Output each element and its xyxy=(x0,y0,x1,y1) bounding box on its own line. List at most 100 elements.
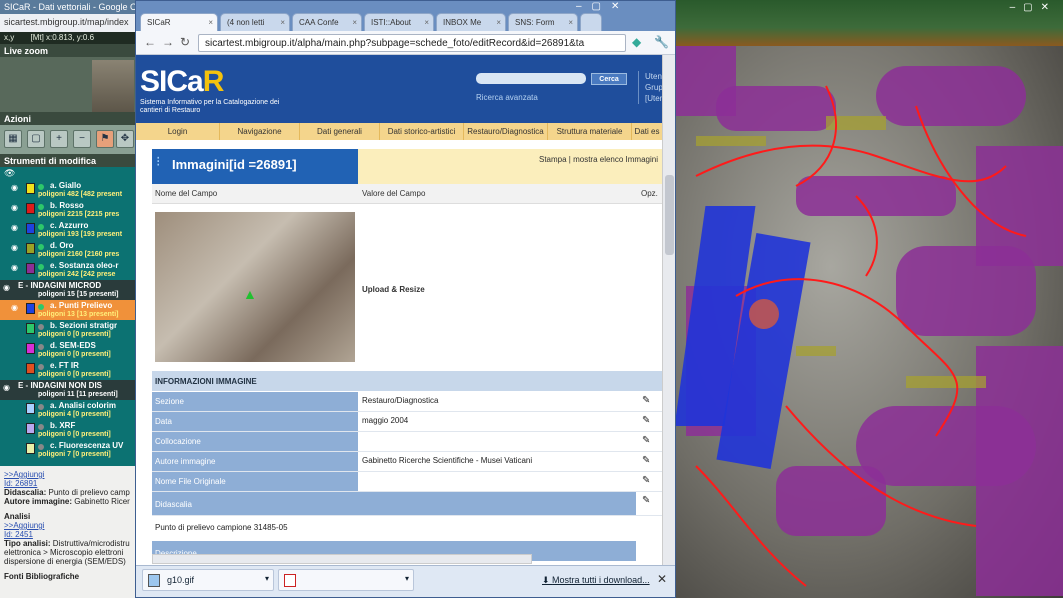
field-label: Sezione xyxy=(152,392,358,411)
window-controls[interactable]: –▢✕ xyxy=(1010,2,1057,13)
sicar-logo[interactable]: SICaR xyxy=(140,65,224,99)
eye-icon[interactable]: ◉ xyxy=(3,383,15,392)
edit-pencil-icon[interactable]: ✎ xyxy=(642,395,650,406)
search-input[interactable] xyxy=(476,73,586,84)
tab-inbox[interactable]: INBOX Me × xyxy=(436,13,506,33)
add-link[interactable]: >>Aggiungi xyxy=(4,521,131,530)
address-bar[interactable]: sicartest.mbigroup.it/alpha/main.php?sub… xyxy=(198,34,626,52)
eye-icon[interactable]: ◉ xyxy=(3,283,15,292)
menu-item-dati-storico-artistici[interactable]: Dati storico-artistici xyxy=(380,123,464,140)
print-list-links[interactable]: Stampa | mostra elenco Immagini xyxy=(358,149,662,184)
close-icon[interactable]: × xyxy=(424,18,429,27)
reload-icon[interactable]: ↻ xyxy=(180,35,190,49)
layer-group-name: E - INDAGINI NON DIS xyxy=(18,381,103,390)
upload-resize-link[interactable]: Upload & Resize xyxy=(362,285,425,294)
tab-label: SNS: Form xyxy=(515,18,555,27)
layer-item[interactable]: d. SEM-EDS poligoni 0 [0 presenti] xyxy=(0,340,135,360)
edit-pencil-icon[interactable]: ✎ xyxy=(642,455,650,466)
tab-sns[interactable]: SNS: Form × xyxy=(508,13,578,33)
close-icon[interactable]: × xyxy=(352,18,357,27)
chevron-down-icon[interactable]: ▾ xyxy=(265,574,269,583)
add-link[interactable]: >>Aggiungi xyxy=(4,470,131,479)
edit-pencil-icon[interactable]: ✎ xyxy=(642,495,650,506)
record-id-link[interactable]: Id: 2451 xyxy=(4,530,131,539)
map-url[interactable]: sicartest.mbigroup.it/map/index xyxy=(0,14,135,32)
pdf-file-icon xyxy=(284,574,296,587)
layer-item[interactable]: b. XRF poligoni 0 [0 presenti] xyxy=(0,420,135,440)
search-button[interactable]: Cerca xyxy=(591,73,627,85)
field-value: Gabinetto Ricerche Scientifiche - Musei … xyxy=(362,456,533,465)
emblem-icon[interactable]: ⚑ xyxy=(96,130,114,148)
zoom-extent-icon[interactable]: ▦ xyxy=(4,130,22,148)
menu-item-struttura-materiale[interactable]: Struttura materiale xyxy=(548,123,632,140)
extension-icon[interactable]: ◆ xyxy=(632,35,641,49)
layer-color-swatch xyxy=(26,303,35,314)
zoom-out-icon[interactable]: − xyxy=(73,130,91,148)
eye-icon[interactable]: ◉ xyxy=(11,243,23,252)
show-all-downloads-link[interactable]: ⬇ Mostra tutti i download... xyxy=(542,575,650,586)
vertical-scrollbar[interactable] xyxy=(662,55,675,565)
tab-label: SICaR xyxy=(147,18,171,27)
eye-icon[interactable]: ◉ xyxy=(11,203,23,212)
close-icon[interactable]: × xyxy=(568,18,573,27)
menu-item-dati-es[interactable]: Dati es xyxy=(632,123,662,140)
new-tab-button[interactable] xyxy=(580,13,602,33)
layer-item[interactable]: e. FT IR poligoni 0 [0 presenti] xyxy=(0,360,135,380)
wrench-icon[interactable]: 🔧 xyxy=(654,35,669,49)
layer-item[interactable]: ◉ c. Azzurro poligoni 193 [193 present xyxy=(0,220,135,240)
red-outline-annotations xyxy=(695,85,1027,587)
layer-item[interactable]: b. Sezioni stratigr poligoni 0 [0 present… xyxy=(0,320,135,340)
azioni-panel: Azioni ▦ ▢ + − ⚑ ✥ xyxy=(0,112,135,154)
menu-item-login[interactable]: Login xyxy=(136,123,220,140)
zoom-in-icon[interactable]: + xyxy=(50,130,68,148)
annotated-artwork-photo[interactable] xyxy=(676,46,1063,598)
download-item[interactable]: ▾ xyxy=(278,569,414,591)
close-icon[interactable]: × xyxy=(280,18,285,27)
col-options: Opz. xyxy=(641,189,658,198)
select-icon[interactable]: ▢ xyxy=(27,130,45,148)
forward-icon[interactable]: → xyxy=(162,35,174,49)
layer-item[interactable]: a. Analisi colorim poligoni 4 [0 presenti… xyxy=(0,400,135,420)
eye-icon[interactable]: 👁 xyxy=(4,168,15,179)
pan-icon[interactable]: ✥ xyxy=(116,130,134,148)
layer-group[interactable]: ◉ E - INDAGINI NON DIS poligoni 11 [11 pre… xyxy=(0,380,135,400)
menu-item-dati-generali[interactable]: Dati generali xyxy=(300,123,380,140)
close-icon[interactable]: × xyxy=(208,18,213,27)
eye-icon[interactable]: ◉ xyxy=(11,263,23,272)
eye-icon[interactable]: ◉ xyxy=(11,183,23,192)
tab-caa[interactable]: CAA Confe × xyxy=(292,13,362,33)
layer-item[interactable]: ◉ a. Giallo poligoni 482 [482 present xyxy=(0,180,135,200)
live-zoom-heading: Live zoom xyxy=(0,44,135,57)
edit-pencil-icon[interactable]: ✎ xyxy=(642,415,650,426)
scrollbar-thumb[interactable] xyxy=(665,175,674,255)
edit-pencil-icon[interactable]: ✎ xyxy=(642,475,650,486)
menu-item-navigazione[interactable]: Navigazione xyxy=(220,123,300,140)
download-item[interactable]: g10.gif ▾ xyxy=(142,569,274,591)
edit-pencil-icon[interactable]: ✎ xyxy=(642,435,650,446)
layer-item[interactable]: ◉ b. Rosso poligoni 2215 [2215 pres xyxy=(0,200,135,220)
back-icon[interactable]: ← xyxy=(144,35,156,49)
layer-color-swatch xyxy=(26,183,35,194)
field-label: Collocazione xyxy=(152,432,358,451)
strumenti-heading: Strumenti di modifica xyxy=(0,154,135,167)
layer-group[interactable]: ◉ E - INDAGINI MICROD poligoni 15 [15 pres… xyxy=(0,280,135,300)
advanced-search-link[interactable]: Ricerca avanzata xyxy=(476,93,538,102)
close-icon[interactable]: ✕ xyxy=(657,572,667,586)
sicar-header: SICaR Sistema Informativo per la Catalog… xyxy=(136,55,662,123)
close-icon[interactable]: × xyxy=(496,18,501,27)
chevron-down-icon[interactable]: ▾ xyxy=(405,574,409,583)
layer-item[interactable]: ◉ e. Sostanza oleo-r poligoni 242 [242 pre… xyxy=(0,260,135,280)
layer-item[interactable]: c. Fluorescenza UV poligoni 7 [0 presenti… xyxy=(0,440,135,460)
image-thumbnail[interactable]: ▲ xyxy=(155,212,355,362)
record-id-link[interactable]: Id: 26891 xyxy=(4,479,131,488)
tab-mail[interactable]: (4 non letti × xyxy=(220,13,290,33)
layer-item[interactable]: ◉ d. Oro poligoni 2160 [2160 pres xyxy=(0,240,135,260)
eye-icon[interactable]: ◉ xyxy=(11,303,23,312)
layer-item-selected[interactable]: ◉ a. Punti Prelievo poligoni 13 [13 presen… xyxy=(0,300,135,320)
horizontal-scrollbar[interactable] xyxy=(152,554,532,564)
layer-count: poligoni 0 [0 presenti] xyxy=(38,351,111,358)
menu-item-restauro-diagnostica[interactable]: Restauro/Diagnostica xyxy=(464,123,548,140)
tab-sicar[interactable]: SICaR × xyxy=(140,13,218,33)
eye-icon[interactable]: ◉ xyxy=(11,223,23,232)
tab-isti[interactable]: ISTI::About × xyxy=(364,13,434,33)
